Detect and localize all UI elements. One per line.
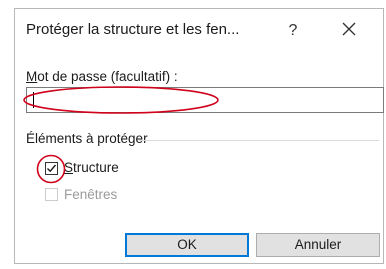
close-button[interactable] — [335, 17, 363, 43]
cancel-button[interactable]: Annuler — [256, 233, 380, 257]
password-label-text: ot de passe (facultatif) : — [37, 69, 178, 84]
protect-structure-dialog: Protéger la structure et les fen... ? Mo… — [14, 8, 384, 264]
red-ellipse-annotation-input — [23, 86, 219, 114]
password-label-accesskey: M — [26, 69, 38, 84]
close-icon — [342, 22, 356, 36]
fenetres-checkbox-label: Fenêtres — [64, 187, 118, 202]
dialog-titlebar: Protéger la structure et les fen... ? — [15, 9, 383, 49]
fenetres-checkbox — [45, 188, 58, 201]
red-ellipse-annotation-checkbox — [36, 154, 66, 184]
dialog-title: Protéger la structure et les fen... — [26, 21, 240, 38]
group-divider — [139, 140, 379, 141]
structure-checkbox-label[interactable]: Structure — [64, 160, 119, 175]
ok-button[interactable]: OK — [125, 233, 249, 257]
elements-group-label: Éléments à protéger — [26, 131, 148, 146]
help-button[interactable]: ? — [279, 19, 307, 43]
password-label: Mot de passe (facultatif) : — [26, 69, 178, 84]
structure-label-text: tructure — [73, 160, 119, 175]
